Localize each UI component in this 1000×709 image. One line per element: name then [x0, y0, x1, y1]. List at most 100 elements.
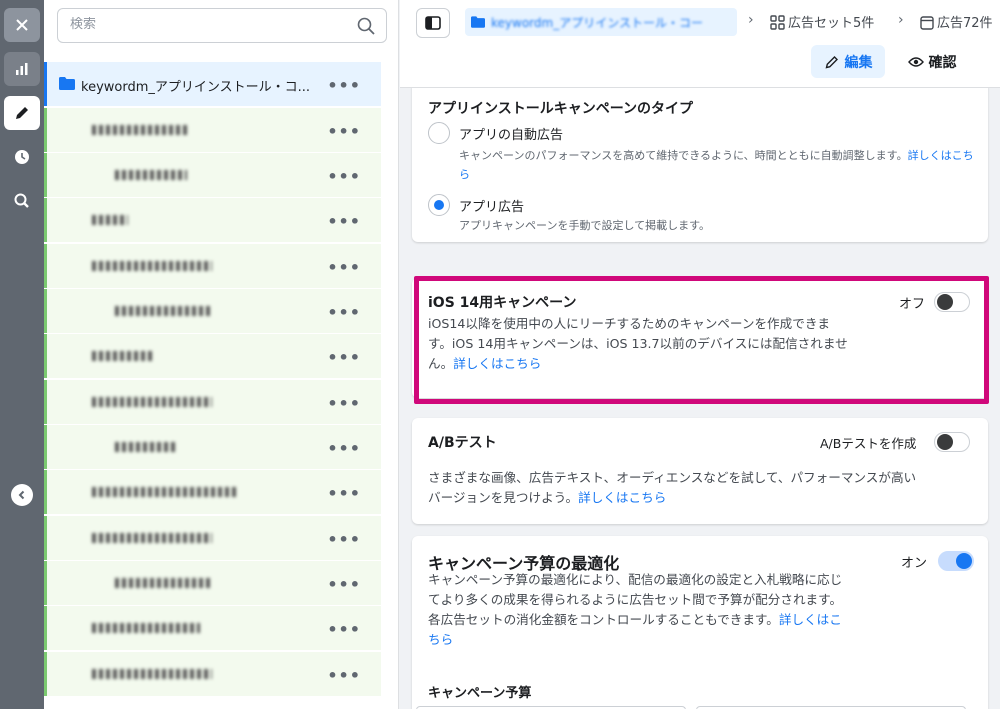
history-button[interactable] [4, 140, 40, 174]
budget-desc-line3: 各広告セットの消化金額をコントロールすることもできます。 [428, 612, 779, 627]
breadcrumb-ads[interactable]: 広告72件 [920, 12, 993, 31]
tree-list: keywordm_アプリインストール・コ... ••• ••• ••• ••• … [44, 62, 381, 709]
toggle-knob [937, 434, 953, 450]
radio-auto-app-ads[interactable] [428, 122, 450, 144]
tree-item-label [92, 261, 213, 271]
tree-item-ad[interactable]: ••• [44, 425, 381, 469]
chevron-left-icon [18, 490, 25, 500]
sidebar-layout-icon [425, 16, 441, 30]
tree-item-label [92, 669, 213, 679]
app-install-type-card: アプリインストールキャンペーンのタイプ アプリの自動広告 キャンペーンのパフォー… [412, 88, 988, 242]
tree-item-label [92, 215, 129, 225]
ab-test-title: A/Bテスト [428, 435, 497, 451]
edit-button-label: 編集 [844, 54, 873, 71]
tree-item-ad[interactable]: ••• [44, 561, 381, 605]
tree-item-label [115, 578, 212, 588]
edit-button[interactable]: 編集 [811, 45, 885, 78]
tree-item-label [92, 397, 213, 407]
auto-app-ads-desc-text: キャンペーンのパフォーマンスを高めて維持できるように、時間とともに自動調整します… [459, 149, 908, 162]
more-options-icon[interactable]: ••• [327, 303, 361, 322]
more-options-icon[interactable]: ••• [327, 394, 361, 413]
auto-app-ads-desc: キャンペーンのパフォーマンスを高めて維持できるように、時間とともに自動調整します… [459, 146, 979, 184]
more-options-icon[interactable]: ••• [327, 122, 361, 141]
budget-learn-more-link[interactable]: 詳しくはこ [779, 612, 842, 627]
more-options-icon[interactable]: ••• [327, 530, 361, 549]
chevron-right-icon: › [898, 12, 904, 28]
tree-item-label [92, 533, 213, 543]
pencil-icon [825, 55, 838, 68]
close-icon [16, 19, 28, 31]
tree-item-adset[interactable]: ••• [44, 652, 381, 696]
budget-optimization-card: キャンペーン予算の最適化 オン キャンペーン予算の最適化により、配信の最適化の設… [412, 536, 988, 709]
tree-item-label [115, 306, 212, 316]
icon-rail [0, 0, 44, 709]
tree-item-label [115, 442, 176, 452]
breadcrumb-campaign[interactable]: keywordm_アプリインストール・コー [465, 8, 737, 36]
budget-learn-more-link-cont[interactable]: ちら [428, 630, 908, 650]
search-input[interactable] [70, 17, 350, 32]
tree-search[interactable] [57, 8, 387, 43]
tree-item-adset[interactable]: ••• [44, 244, 381, 288]
ab-test-toggle[interactable] [934, 432, 970, 452]
folder-icon [471, 16, 485, 28]
eye-icon [907, 56, 924, 67]
more-options-icon[interactable]: ••• [327, 76, 361, 95]
collapse-button[interactable] [11, 484, 33, 506]
ab-test-learn-more-link[interactable]: 詳しくはこちら [578, 490, 666, 505]
more-options-icon[interactable]: ••• [327, 212, 361, 231]
more-options-icon[interactable]: ••• [327, 620, 361, 639]
toggle-knob [956, 553, 972, 569]
app-install-type-title: アプリインストールキャンペーンのタイプ [428, 101, 694, 117]
ab-test-desc-line2: バージョンを見つけよう。 [428, 490, 579, 505]
ab-test-card: A/Bテスト A/Bテストを作成 さまざまな画像、広告テキスト、オーディエンスな… [412, 418, 988, 524]
tree-item-ad[interactable]: ••• [44, 289, 381, 333]
highlight-frame [414, 276, 989, 404]
tree-item-label [115, 170, 188, 180]
folder-icon [59, 77, 75, 90]
grid-icon [770, 15, 785, 30]
tree-item-label [92, 351, 153, 361]
breadcrumb-adsets[interactable]: 広告セット5件 [770, 12, 874, 31]
magnifier-chart-icon [14, 193, 29, 208]
tree-item-adset[interactable]: ••• [44, 198, 381, 242]
clock-icon [15, 150, 29, 164]
search-icon[interactable] [356, 16, 376, 36]
campaign-name: keywordm_アプリインストール・コ... [81, 80, 311, 95]
more-options-icon[interactable]: ••• [327, 258, 361, 277]
reporting-button[interactable] [4, 52, 40, 86]
app-ads-desc: アプリキャンペーンを手動で設定して掲載します。 [459, 219, 711, 232]
more-options-icon[interactable]: ••• [327, 439, 361, 458]
pencil-icon [16, 107, 28, 119]
review-button[interactable]: 確認 [895, 45, 969, 78]
more-options-icon[interactable]: ••• [327, 348, 361, 367]
tree-item-adset[interactable]: ••• [44, 108, 381, 152]
toggle-sidebar-button[interactable] [416, 8, 450, 38]
radio-app-ads[interactable] [428, 194, 450, 216]
tree-item-ad[interactable]: ••• [44, 153, 381, 197]
more-options-icon[interactable]: ••• [327, 666, 361, 685]
campaign-tree-panel: keywordm_アプリインストール・コ... ••• ••• ••• ••• … [44, 0, 441, 709]
tree-item-adset[interactable]: ••• [44, 516, 381, 560]
budget-toggle-label: オン [901, 556, 928, 571]
tree-item-adset[interactable]: ••• [44, 380, 381, 424]
budget-desc-line1: キャンペーン予算の最適化により、配信の最適化の設定と入札戦略に応じ [428, 572, 843, 587]
edit-mode-button[interactable] [4, 96, 40, 130]
budget-optimization-toggle[interactable] [938, 551, 974, 571]
tree-item-adset[interactable]: ••• [44, 606, 381, 650]
ab-test-desc-line1: さまざまな画像、広告テキスト、オーディエンスなどを試して、パフォーマンスが高い [428, 470, 917, 485]
inspect-button[interactable] [4, 184, 40, 218]
more-options-icon[interactable]: ••• [327, 484, 361, 503]
tree-item-adset[interactable]: ••• [44, 470, 381, 514]
more-options-icon[interactable]: ••• [327, 167, 361, 186]
close-button[interactable] [4, 8, 40, 42]
breadcrumb-adsets-label: 広告セット5件 [788, 16, 875, 31]
more-options-icon[interactable]: ••• [327, 575, 361, 594]
bar-chart-icon [16, 63, 28, 75]
budget-optimization-desc: キャンペーン予算の最適化により、配信の最適化の設定と入札戦略に応じ てより多くの… [428, 570, 908, 650]
ab-test-toggle-label: A/Bテストを作成 [820, 436, 917, 451]
chevron-right-icon: › [748, 12, 754, 28]
radio-app-ads-label: アプリ広告 [459, 200, 525, 215]
tree-item-adset[interactable]: ••• [44, 334, 381, 378]
tree-item-campaign[interactable]: keywordm_アプリインストール・コ... ••• [44, 62, 381, 106]
ad-icon [920, 16, 934, 30]
